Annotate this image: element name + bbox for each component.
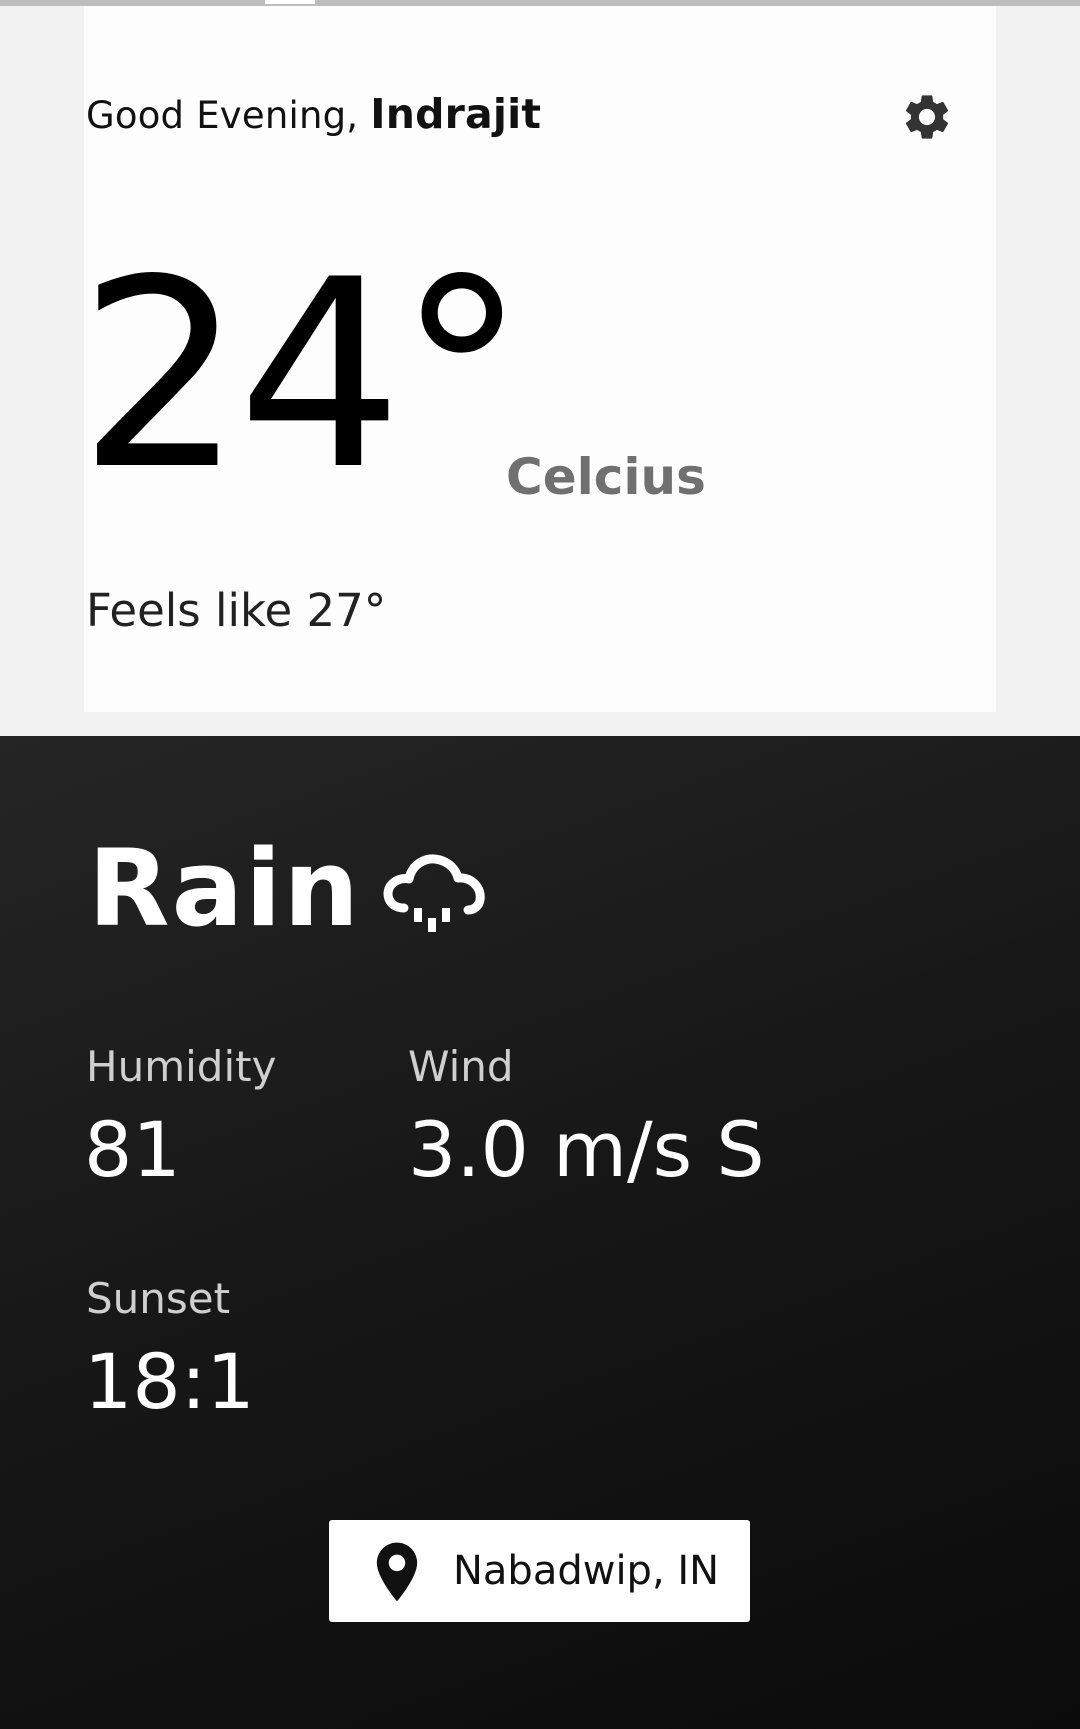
- feels-like-text: Feels like 27°: [86, 584, 387, 637]
- rain-cloud-icon: [383, 854, 485, 932]
- weather-details-panel: Rain Humidity 81 Wind 3.0 m/s S Sunset 1…: [0, 736, 1080, 1729]
- greeting-text: Good Evening,: [86, 94, 371, 137]
- temperature-value: 24°: [78, 225, 527, 527]
- location-button[interactable]: Nabadwip, IN: [329, 1520, 750, 1622]
- location-label: Nabadwip, IN: [453, 1548, 720, 1594]
- user-name: Indrajit: [370, 90, 542, 138]
- temperature-unit: Celcius: [506, 448, 706, 506]
- sunset-label: Sunset: [86, 1274, 231, 1323]
- humidity-label: Humidity: [86, 1042, 277, 1091]
- greeting: Good Evening, Indrajit: [86, 90, 541, 138]
- location-pin-icon: [376, 1542, 418, 1602]
- settings-button[interactable]: [900, 90, 954, 144]
- status-bar-indicator: [265, 0, 315, 4]
- weather-condition: Rain: [88, 827, 361, 950]
- wind-label: Wind: [408, 1042, 514, 1091]
- gear-icon: [905, 95, 949, 139]
- current-weather-panel: Good Evening, Indrajit 24° Celcius Feels…: [0, 6, 1080, 736]
- humidity-value: 81: [84, 1105, 181, 1194]
- wind-value: 3.0 m/s S: [408, 1105, 765, 1194]
- sunset-value: 18:1: [84, 1337, 255, 1426]
